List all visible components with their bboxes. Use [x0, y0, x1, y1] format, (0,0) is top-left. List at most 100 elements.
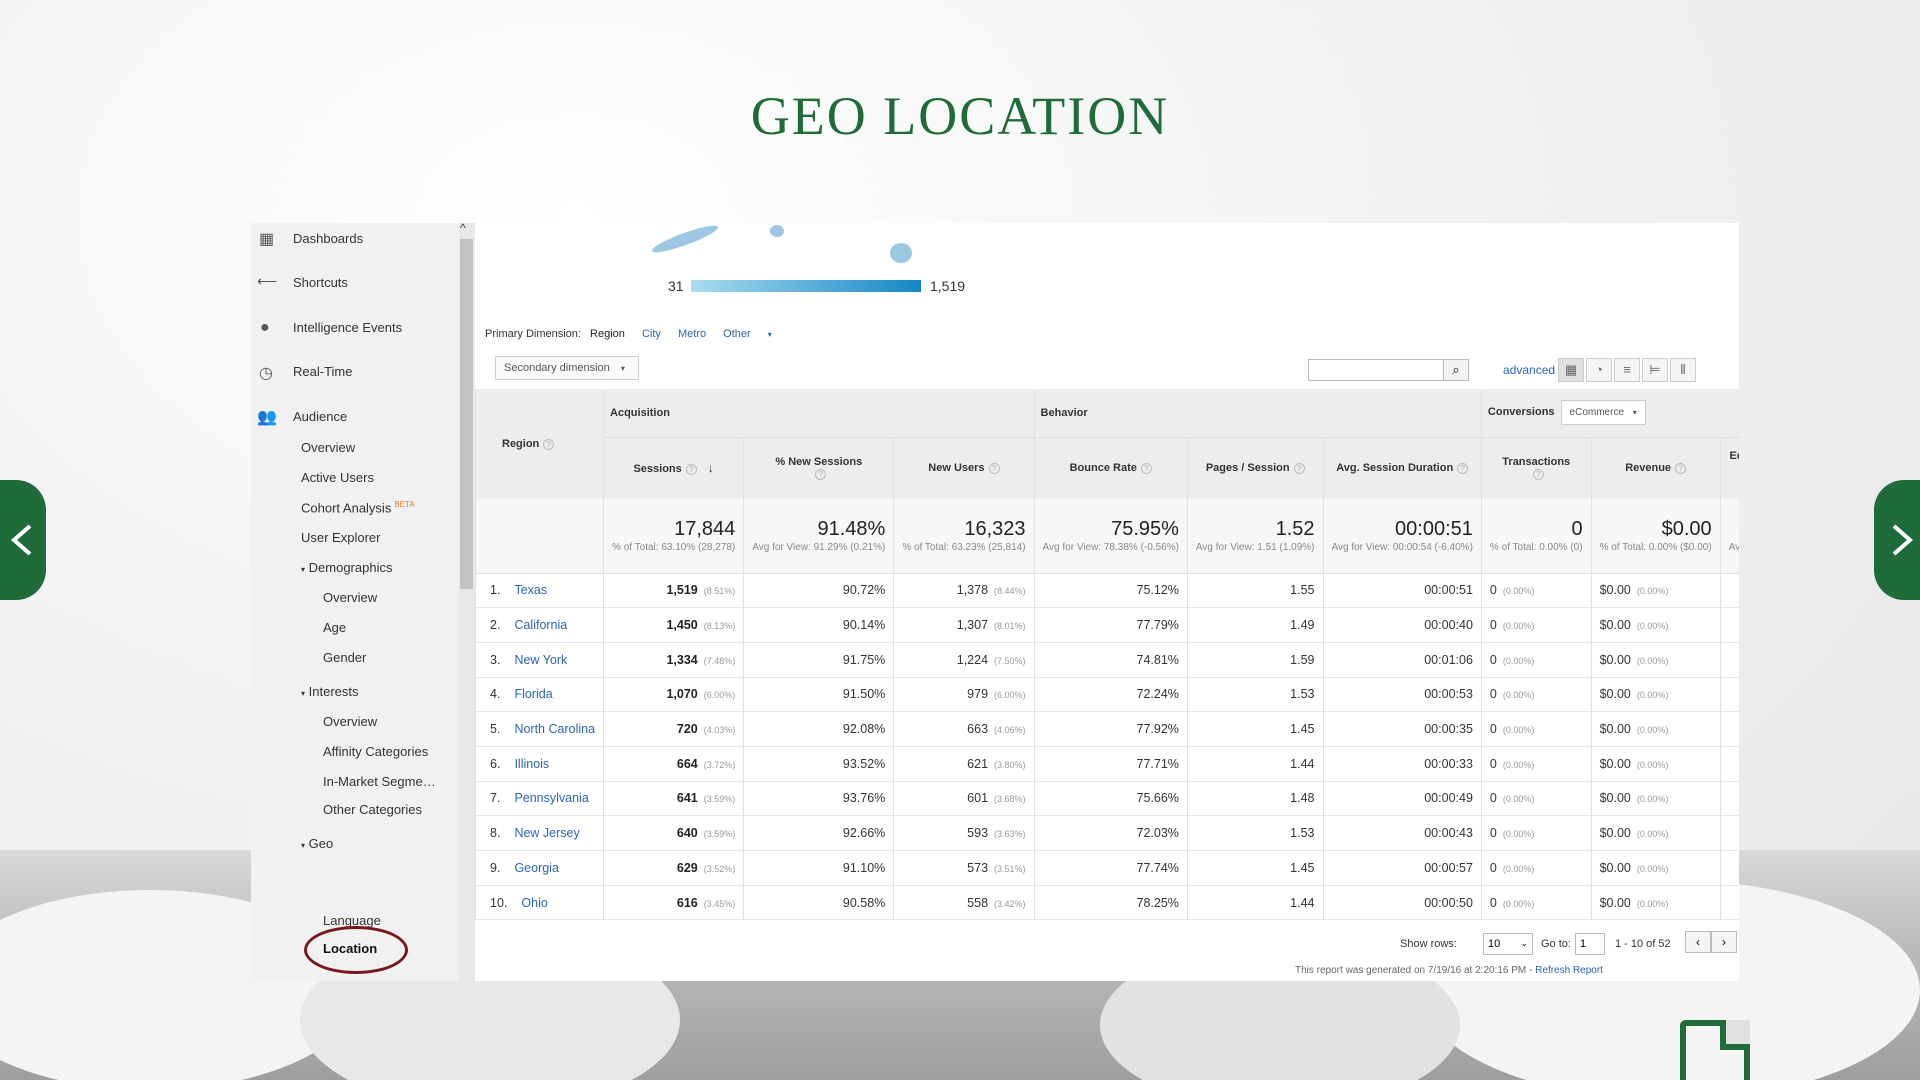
- region-link[interactable]: Illinois: [514, 757, 549, 771]
- total-value: 0: [1571, 517, 1583, 540]
- sidebar-active-users[interactable]: Active Users: [301, 470, 374, 485]
- region-cell: 8. New Jersey: [474, 815, 604, 851]
- help-icon[interactable]: ?: [1675, 463, 1687, 475]
- prev-slide-button[interactable]: [0, 480, 46, 600]
- scroll-up-icon[interactable]: ^: [460, 223, 466, 235]
- view-pie-icon[interactable]: ◔: [1586, 358, 1612, 382]
- sidebar-in-market-segments[interactable]: In-Market Segme…: [323, 774, 436, 789]
- advanced-filter-link[interactable]: advanced: [1503, 363, 1555, 377]
- view-performance-icon[interactable]: ≡: [1614, 358, 1640, 382]
- sidebar-interests-overview[interactable]: Overview: [323, 714, 377, 729]
- refresh-report-link[interactable]: Refresh Report: [1535, 965, 1603, 976]
- sidebar-geo[interactable]: ▾ Geo: [301, 836, 333, 851]
- region-link[interactable]: New Jersey: [514, 826, 579, 840]
- transactions-pct: (0.00%): [1502, 690, 1535, 701]
- region-link[interactable]: Pennsylvania: [514, 791, 588, 805]
- col-new-sessions[interactable]: % New Sessions?: [743, 436, 894, 499]
- next-slide-button[interactable]: [1874, 480, 1920, 600]
- next-page-button[interactable]: ›: [1711, 931, 1737, 953]
- region-link[interactable]: North Carolina: [514, 722, 595, 736]
- total-value: 91.48%: [817, 517, 886, 540]
- pagination-range: 1 - 10 of 52: [1615, 938, 1671, 950]
- region-link[interactable]: Texas: [514, 583, 547, 597]
- sidebar-affinity-categories[interactable]: Affinity Categories: [323, 744, 428, 759]
- col-sessions[interactable]: Sessions? ↓: [603, 436, 744, 499]
- secondary-dimension-dropdown[interactable]: Secondary dimension ▾: [495, 356, 639, 380]
- map-island-shape: [650, 223, 720, 257]
- transactions-pct: (0.00%): [1502, 725, 1535, 736]
- sidebar-item-intelligence-events[interactable]: Intelligence Events: [293, 320, 402, 335]
- new-users-cell: 1,307 (8.01%): [893, 607, 1035, 643]
- revenue-value: $0.00: [1599, 791, 1631, 806]
- dimension-region[interactable]: Region: [590, 328, 625, 340]
- dimension-city[interactable]: City: [642, 328, 661, 340]
- help-icon[interactable]: ?: [685, 464, 697, 476]
- help-icon[interactable]: ?: [1293, 463, 1305, 475]
- help-icon[interactable]: ?: [543, 439, 555, 450]
- revenue-value: $0.00: [1599, 722, 1631, 737]
- region-link[interactable]: New York: [514, 653, 567, 667]
- view-table-icon[interactable]: ▦: [1558, 358, 1584, 382]
- region-link[interactable]: California: [514, 618, 567, 632]
- total-cell: $0.00% of Total: 0.00% ($0.00): [1590, 499, 1721, 574]
- sidebar-item-dashboards[interactable]: Dashboards: [293, 231, 363, 246]
- ecommerce-rate-cell: 0.00%: [1719, 781, 1739, 817]
- view-comparison-icon[interactable]: ⊨: [1642, 358, 1668, 382]
- new-sessions-cell: 93.76%: [743, 781, 894, 817]
- col-new-users[interactable]: New Users?: [893, 436, 1035, 499]
- transactions-pct: (0.00%): [1502, 759, 1535, 770]
- goto-input[interactable]: 1: [1575, 933, 1605, 955]
- dimension-metro[interactable]: Metro: [678, 328, 706, 340]
- col-revenue[interactable]: Revenue?: [1590, 436, 1721, 499]
- sidebar-user-explorer[interactable]: User Explorer: [301, 530, 380, 545]
- region-link[interactable]: Florida: [514, 687, 552, 701]
- dimension-other[interactable]: Other ▾: [723, 328, 786, 340]
- scrollbar-thumb[interactable]: [460, 239, 473, 589]
- table-row: 8. New Jersey 640 (3.59%) 92.66% 593 (3.63%) 72…: [474, 815, 1739, 851]
- col-pages-session[interactable]: Pages / Session?: [1186, 436, 1324, 499]
- sidebar-audience-overview[interactable]: Overview: [301, 440, 355, 455]
- help-icon[interactable]: ?: [1140, 463, 1152, 475]
- search-icon[interactable]: ⌕: [1443, 359, 1469, 381]
- sessions-pct: (8.13%): [703, 621, 736, 632]
- sidebar-other-categories[interactable]: Other Categories: [323, 802, 422, 817]
- col-ecommerce-rate[interactable]: Ecommerce Conversion Rate?: [1719, 436, 1739, 499]
- col-bounce-rate[interactable]: Bounce Rate?: [1033, 436, 1188, 499]
- col-transactions[interactable]: Transactions?: [1480, 436, 1592, 499]
- sidebar-item-real-time[interactable]: Real-Time: [293, 364, 352, 379]
- sidebar-item-shortcuts[interactable]: Shortcuts: [293, 275, 348, 290]
- region-header[interactable]: Region?: [474, 389, 604, 499]
- bounce-rate-cell: 77.79%: [1033, 607, 1188, 643]
- total-sub: Avg for View: 1.51 (1.09%): [1195, 541, 1315, 553]
- new-sessions-cell: 90.72%: [743, 573, 894, 609]
- total-cell: 17,844% of Total: 63.10% (28,278): [603, 499, 744, 574]
- view-pivot-icon[interactable]: ⦀: [1670, 358, 1696, 382]
- sort-arrow-down-icon[interactable]: ↓: [708, 461, 714, 475]
- geo-label: Geo: [308, 836, 334, 851]
- help-icon[interactable]: ?: [1532, 469, 1544, 481]
- transactions-pct: (0.00%): [1502, 898, 1535, 909]
- new-sessions-cell: 92.66%: [743, 815, 894, 851]
- revenue-value: $0.00: [1599, 652, 1631, 667]
- sidebar-gender[interactable]: Gender: [323, 650, 366, 665]
- help-icon[interactable]: ?: [815, 469, 827, 481]
- help-icon[interactable]: ?: [988, 463, 1000, 475]
- show-rows-select[interactable]: 10 ⌄: [1483, 933, 1533, 955]
- prev-page-button[interactable]: ‹: [1685, 931, 1711, 953]
- transactions-pct: (0.00%): [1502, 586, 1535, 597]
- region-link[interactable]: Georgia: [514, 861, 558, 875]
- ecommerce-dropdown[interactable]: eCommerce ▾: [1560, 400, 1646, 426]
- sidebar-age[interactable]: Age: [323, 620, 346, 635]
- sidebar-cohort-analysis[interactable]: Cohort Analysis BETA: [301, 500, 415, 515]
- sessions-pct: (3.45%): [703, 898, 736, 909]
- bounce-rate-cell: 77.92%: [1033, 711, 1188, 747]
- col-avg-duration[interactable]: Avg. Session Duration?: [1322, 436, 1482, 499]
- sidebar-item-audience[interactable]: Audience: [293, 409, 347, 424]
- sidebar-interests[interactable]: ▾ Interests: [301, 684, 359, 699]
- region-link[interactable]: Ohio: [521, 896, 547, 910]
- arrow-left-icon: ⟵: [257, 273, 278, 289]
- sidebar-demographics[interactable]: ▾ Demographics: [301, 560, 392, 575]
- help-icon[interactable]: ?: [1457, 463, 1469, 475]
- sidebar-demographics-overview[interactable]: Overview: [323, 590, 377, 605]
- table-row: 5. North Carolina 720 (4.03%) 92.08% 663 (4.06…: [474, 711, 1739, 747]
